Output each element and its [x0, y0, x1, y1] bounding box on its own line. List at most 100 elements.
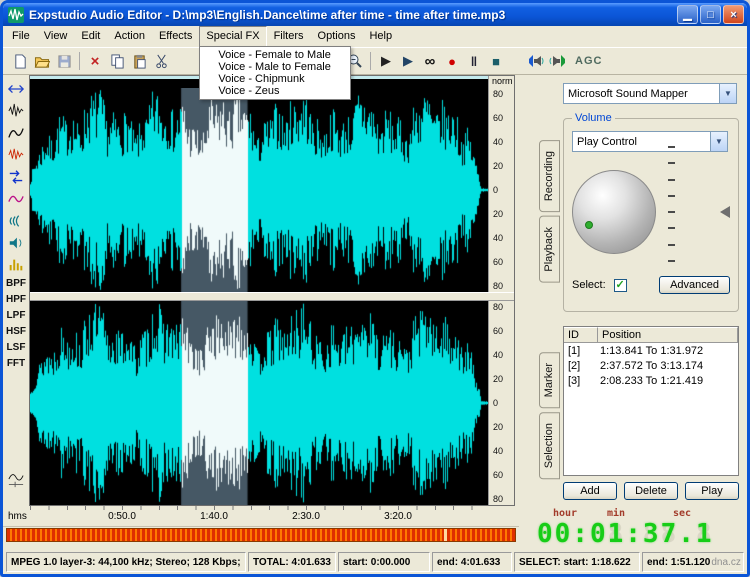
- play-button[interactable]: ▶: [375, 50, 397, 72]
- sound-device-combo[interactable]: Microsoft Sound Mapper ▼: [563, 83, 737, 104]
- loop-button[interactable]: ∞: [419, 50, 441, 72]
- save-floppy-icon: [57, 54, 72, 69]
- maximize-button[interactable]: □: [700, 5, 721, 24]
- lpf-filter-button[interactable]: LPF: [7, 309, 26, 322]
- copy-button[interactable]: [106, 50, 128, 72]
- red-waveform-tool-button[interactable]: [6, 145, 26, 164]
- new-file-button[interactable]: [9, 50, 31, 72]
- hpf-filter-button[interactable]: HPF: [6, 293, 26, 306]
- volume-slider-arrow[interactable]: [720, 206, 730, 218]
- scissors-icon: [154, 54, 169, 69]
- menu-filters[interactable]: Filters: [267, 26, 311, 47]
- select-checkbox[interactable]: ✓: [614, 279, 627, 292]
- timeline-mark: 0:50.0: [108, 511, 136, 522]
- advanced-button[interactable]: Advanced: [659, 276, 730, 294]
- record-button[interactable]: ●: [441, 50, 463, 72]
- play-marker-button[interactable]: Play: [685, 482, 739, 500]
- scale-tick-label: 40: [493, 350, 514, 360]
- tab-playback[interactable]: Playback: [539, 216, 560, 283]
- menu-action[interactable]: Action: [107, 26, 152, 47]
- scale-tick-label: 60: [493, 113, 514, 123]
- volume-group-label: Volume: [572, 112, 615, 124]
- waveform-channel-right[interactable]: [30, 301, 488, 505]
- tab-recording[interactable]: Recording: [539, 140, 560, 212]
- pause-button[interactable]: ‖: [463, 50, 485, 72]
- mix-tool-button[interactable]: [6, 189, 26, 208]
- marker-id: [2]: [564, 359, 598, 373]
- fft-filter-button[interactable]: FFT: [7, 357, 25, 370]
- column-id[interactable]: ID: [564, 327, 598, 342]
- scale-tick-label: 80: [493, 302, 514, 312]
- menu-effects[interactable]: Effects: [152, 26, 199, 47]
- paste-button[interactable]: [128, 50, 150, 72]
- window-title: Expstudio Audio Editor - D:\mp3\English.…: [29, 8, 677, 22]
- scale-tick-label: 80: [493, 89, 514, 99]
- scale-tick-label: 0: [493, 185, 514, 195]
- volume-control-combo[interactable]: Play Control ▼: [572, 131, 728, 152]
- marker-row[interactable]: [2] 2:37.572 To 3:13.174: [564, 358, 738, 373]
- toolbar-separator: [370, 52, 371, 70]
- menu-edit[interactable]: Edit: [74, 26, 107, 47]
- app-icon: [8, 7, 24, 23]
- tab-marker[interactable]: Marker: [539, 352, 560, 408]
- speaker-back-button[interactable]: [525, 50, 547, 72]
- delete-marker-button[interactable]: Delete: [624, 482, 678, 500]
- open-folder-icon: [34, 54, 50, 69]
- marker-row[interactable]: [3] 2:08.233 To 1:21.419: [564, 373, 738, 388]
- scale-tick-label: 40: [493, 137, 514, 147]
- scale-tick-label: 40: [493, 233, 514, 243]
- add-marker-button[interactable]: Add: [563, 482, 617, 500]
- open-file-button[interactable]: [31, 50, 53, 72]
- lsf-filter-button[interactable]: LSF: [7, 341, 26, 354]
- speaker-tool-button[interactable]: [6, 233, 26, 252]
- envelope-tool-button[interactable]: [6, 123, 26, 142]
- waveform-channel-left[interactable]: [30, 88, 488, 292]
- minimize-button[interactable]: ▁: [677, 5, 698, 24]
- chevron-down-icon[interactable]: ▼: [710, 132, 727, 151]
- marker-row[interactable]: [1] 1:13.841 To 1:31.972: [564, 343, 738, 358]
- bpf-filter-button[interactable]: BPF: [6, 277, 26, 290]
- tab-selection[interactable]: Selection: [539, 412, 560, 479]
- waveform-tool-button[interactable]: [6, 101, 26, 120]
- stretch-tool-button[interactable]: [6, 79, 26, 98]
- cut-button[interactable]: [150, 50, 172, 72]
- yellow-bars-icon: [7, 257, 25, 273]
- seek-bar[interactable]: [6, 528, 516, 542]
- mixer-tabs: Recording Playback: [537, 112, 563, 312]
- save-button[interactable]: [53, 50, 75, 72]
- wave-slider-icon: [7, 472, 25, 488]
- status-select-end: end: 1:51.120 dna.cz: [642, 552, 744, 572]
- shift-tool-button[interactable]: [6, 167, 26, 186]
- menu-special-fx[interactable]: Special FX Voice - Female to Male Voice …: [199, 26, 266, 47]
- marker-tabs: Marker Selection: [537, 322, 563, 506]
- close-button[interactable]: ×: [723, 5, 744, 24]
- current-time-value: 00:01:37.1: [537, 519, 714, 549]
- scale-tick-label: 0: [493, 398, 514, 408]
- menu-file[interactable]: File: [5, 26, 37, 47]
- wave-slider-tool-button[interactable]: [6, 458, 26, 502]
- scale-tick-label: 20: [493, 161, 514, 171]
- speaker-forward-icon: [549, 54, 567, 68]
- column-position[interactable]: Position: [598, 327, 738, 342]
- volume-knob[interactable]: [572, 170, 656, 254]
- delete-button[interactable]: ×: [84, 50, 106, 72]
- amplify-tool-button[interactable]: [6, 255, 26, 274]
- status-end: end: 4:01.633: [432, 552, 512, 572]
- timeline-ticks: [30, 506, 488, 510]
- chevron-down-icon[interactable]: ▼: [719, 84, 736, 103]
- hsf-filter-button[interactable]: HSF: [6, 325, 26, 338]
- agc-toggle[interactable]: AGC: [575, 55, 602, 67]
- special-fx-dropdown: Voice - Female to Male Voice - Male to F…: [199, 46, 351, 100]
- right-panel: Microsoft Sound Mapper ▼ Recording Playb…: [515, 75, 747, 506]
- reverb-tool-button[interactable]: [6, 211, 26, 230]
- scale-tick-label: 20: [493, 374, 514, 384]
- play-selection-button[interactable]: ▶: [397, 50, 419, 72]
- fx-voice-zeus[interactable]: Voice - Zeus: [200, 81, 287, 101]
- speaker-forward-button[interactable]: [547, 50, 569, 72]
- menu-help[interactable]: Help: [362, 26, 399, 47]
- marker-list[interactable]: ID Position [1] 1:13.841 To 1:31.972 [2]…: [563, 326, 739, 476]
- menu-options[interactable]: Options: [311, 26, 363, 47]
- stop-button[interactable]: ■: [485, 50, 507, 72]
- menu-view[interactable]: View: [37, 26, 75, 47]
- hour-label: hour: [553, 508, 577, 519]
